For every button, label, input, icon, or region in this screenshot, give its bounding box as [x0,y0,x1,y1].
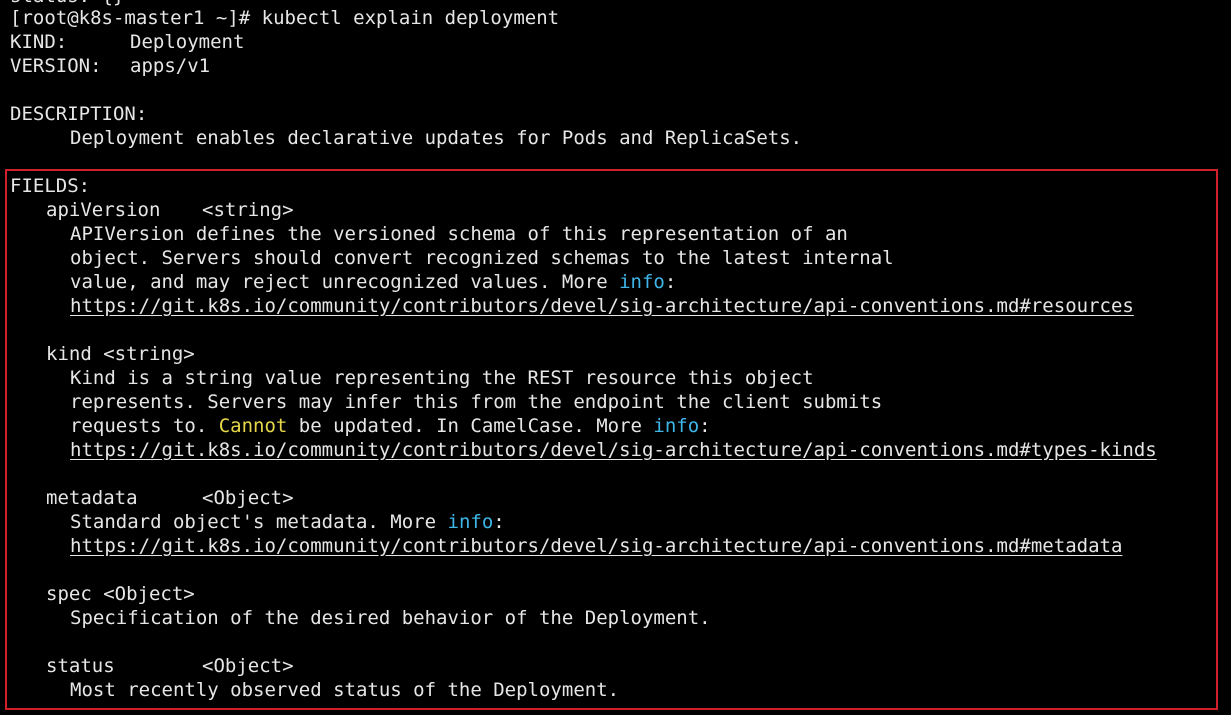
field-apiversion-url-link[interactable]: https://git.k8s.io/community/contributor… [70,294,1134,318]
field-kind-desc-line1: Kind is a string value representing the … [70,367,814,389]
field-apiversion-header: apiVersion <string> [46,198,294,222]
field-kind-desc-line2: represents. Servers may infer this from … [70,391,883,413]
shell-prompt-command: [root@k8s-master1 ~]# kubectl explain de… [10,7,560,29]
field-apiversion-name: apiVersion [46,199,161,221]
description-text: Deployment enables declarative updates f… [70,127,803,149]
version-label: VERSION: [10,55,102,77]
cannot-keyword: Cannot [218,415,288,437]
field-status-type: <Object> [202,655,294,677]
field-apiversion-desc-line3: value, and may reject unrecognized value… [70,270,676,294]
field-kind-desc-text-mid: be updated. In CamelCase. More [287,415,654,437]
field-metadata-desc-text: Standard object's metadata. More [70,511,448,533]
colon: : [699,415,711,437]
field-spec-type: <Object> [103,583,195,605]
field-apiversion-desc-line1: APIVersion defines the versioned schema … [70,223,848,245]
field-status-desc-line1: Most recently observed status of the Dep… [70,679,620,701]
field-apiversion-type: <string> [202,199,294,221]
field-spec-desc-line1: Specification of the desired behavior of… [70,607,711,629]
field-metadata-desc-line1: Standard object's metadata. More info: [70,510,505,534]
field-kind-type: <string> [103,343,195,365]
version-value: apps/v1 [130,55,211,77]
field-kind-name: kind [46,343,92,365]
field-metadata-url-link[interactable]: https://git.k8s.io/community/contributor… [70,534,1122,558]
info-keyword: info [619,271,665,293]
field-kind-url-link[interactable]: https://git.k8s.io/community/contributor… [70,438,1157,462]
field-spec-name: spec [46,583,92,605]
description-label: DESCRIPTION: [10,103,148,125]
field-status-name: status [46,655,115,677]
info-keyword: info [653,415,700,437]
field-spec-header: spec <Object> [46,582,195,606]
terminal-window[interactable]: status: {} [root@k8s-master1 ~]# kubectl… [0,0,1231,715]
info-keyword: info [447,511,494,533]
field-apiversion-desc-text: value, and may reject unrecognized value… [70,271,620,293]
kind-row: KIND: Deployment [10,30,244,54]
colon: : [664,271,677,293]
version-row: VERSION: apps/v1 [10,54,210,78]
colon: : [493,511,505,533]
field-apiversion-desc-line2: object. Servers should convert recognize… [70,247,894,269]
field-kind-desc-text: requests to. [70,415,219,437]
field-metadata-header: metadata <Object> [46,486,294,510]
field-kind-desc-line3: requests to. Cannot be updated. In Camel… [70,414,711,438]
field-metadata-name: metadata [46,487,138,509]
kind-label: KIND: [10,31,68,53]
kind-value: Deployment [130,31,245,53]
fields-label: FIELDS: [10,175,91,197]
field-metadata-type: <Object> [202,487,294,509]
field-status-header: status <Object> [46,654,294,678]
field-kind-header: kind <string> [46,342,195,366]
